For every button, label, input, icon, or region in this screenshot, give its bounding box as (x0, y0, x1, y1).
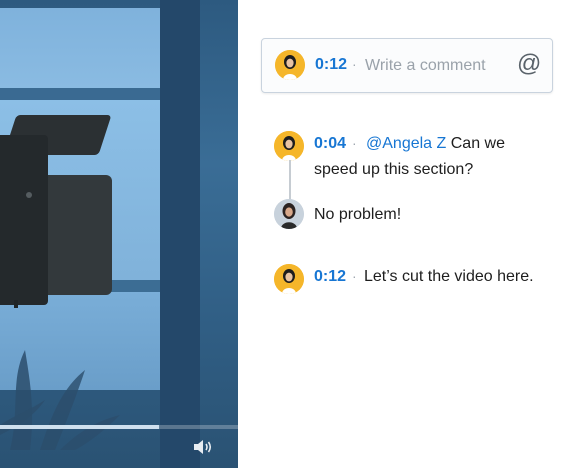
video-progress-fill (0, 425, 160, 429)
user-avatar-icon (275, 50, 305, 80)
comments-panel: 0:12 · Write a comment @ 0:04 · @Angela … (238, 0, 580, 468)
separator-dot: · (352, 135, 357, 151)
video-player[interactable] (0, 0, 238, 468)
comment-timestamp[interactable]: 0:04 (314, 135, 346, 153)
mention-link[interactable]: @Angela Z (366, 135, 446, 152)
comment-timestamp[interactable]: 0:12 (314, 268, 346, 286)
speaker-icon[interactable] (192, 438, 214, 456)
comment-input-box[interactable]: 0:12 · Write a comment @ (261, 38, 553, 93)
video-speaker-knob (26, 192, 32, 198)
comment-text: Let’s cut the video here. (364, 268, 534, 285)
comment-text: Can we (450, 135, 505, 152)
video-speaker-side (42, 175, 112, 295)
video-progress-bar[interactable] (0, 425, 238, 429)
user-avatar-icon (274, 131, 304, 161)
video-plant-shadow (0, 350, 120, 450)
video-window-frame (160, 0, 200, 468)
comment-text-line: @Angela Z Can we (366, 132, 505, 156)
avatar (274, 199, 304, 229)
user-avatar-icon (274, 264, 304, 294)
video-window-frame (0, 88, 170, 100)
avatar (274, 264, 304, 294)
mention-icon[interactable]: @ (517, 50, 541, 78)
composer-timestamp[interactable]: 0:12 (315, 56, 347, 74)
avatar (275, 50, 305, 80)
separator-dot: · (352, 56, 357, 72)
comment-input-placeholder[interactable]: Write a comment (365, 57, 486, 75)
video-window-light (0, 8, 160, 88)
comment-text: speed up this section? (314, 161, 474, 178)
thread-connector (289, 160, 291, 200)
reply-text: No problem! (314, 206, 402, 223)
video-speaker-body (0, 135, 48, 305)
video-speaker-leg (14, 300, 18, 308)
avatar (274, 131, 304, 161)
separator-dot: · (352, 268, 357, 284)
user-avatar-icon (274, 199, 304, 229)
